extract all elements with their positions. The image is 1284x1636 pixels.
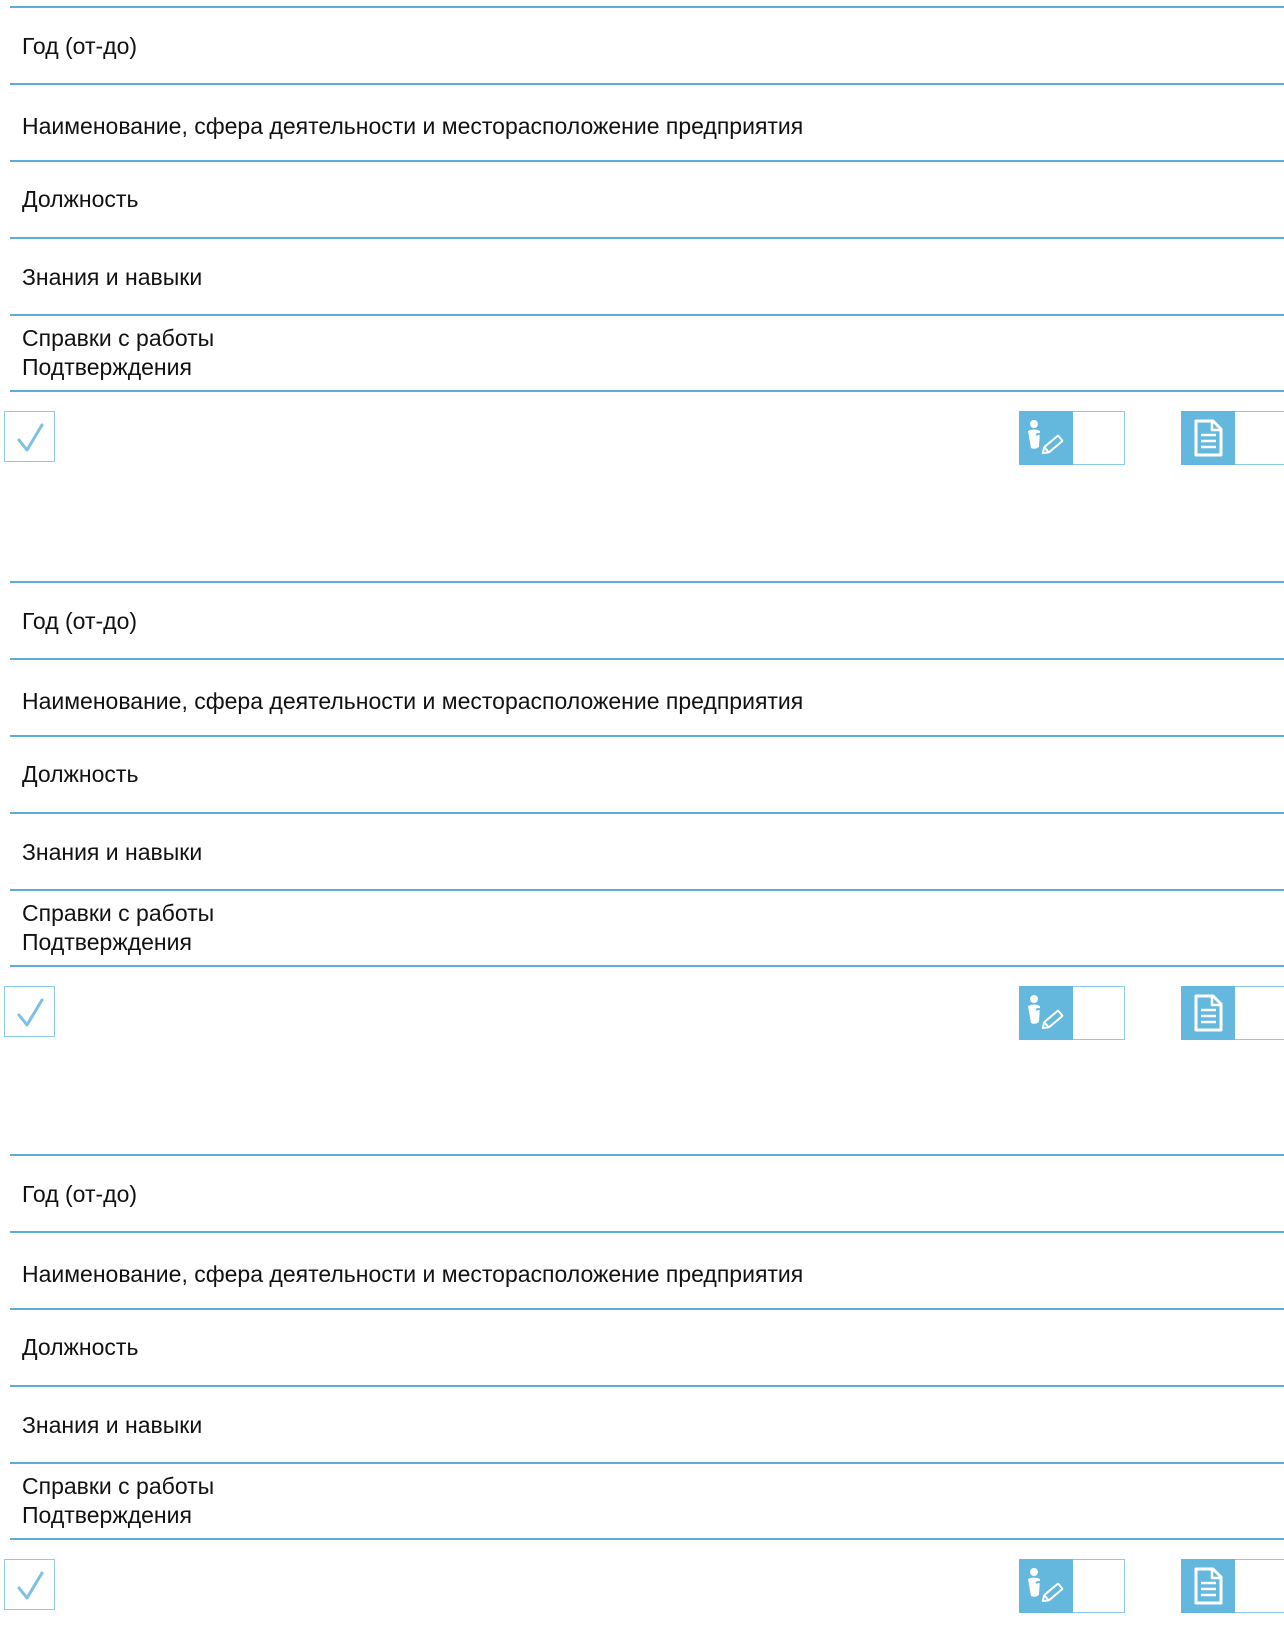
skills-label: Знания и навыки: [22, 839, 203, 865]
company-label: Наименование, сфера деятельности и место…: [22, 113, 804, 139]
skills-label: Знания и навыки: [22, 1412, 203, 1438]
references-label-line2: Подтверждения: [22, 929, 192, 955]
checkmark-icon: [17, 1571, 44, 1600]
references-label-line1: Справки с работы: [22, 900, 215, 926]
person-pencil-icon: [1028, 995, 1064, 1029]
references-label-line2: Подтверждения: [22, 1502, 192, 1528]
position-label: Должность: [22, 761, 139, 787]
company-label: Наименование, сфера деятельности и место…: [22, 1261, 804, 1287]
references-label-line2: Подтверждения: [22, 354, 192, 380]
year-label: Год (от-до): [22, 608, 138, 634]
year-label: Год (от-до): [22, 1181, 138, 1207]
edit-entry-button[interactable]: [1019, 986, 1125, 1040]
divider: [10, 889, 1284, 891]
divider: [10, 581, 1284, 583]
skills-label: Знания и навыки: [22, 264, 203, 290]
edit-entry-button[interactable]: [1019, 411, 1125, 465]
confirm-checkbox[interactable]: [4, 1559, 55, 1610]
work-entry: Год (от-до) Наименование, сфера деятельн…: [0, 581, 1284, 1063]
confirm-checkbox[interactable]: [4, 411, 55, 462]
divider: [10, 390, 1284, 392]
document-icon: [1194, 994, 1223, 1032]
divider: [10, 83, 1284, 85]
view-document-button[interactable]: [1181, 411, 1284, 465]
divider: [10, 314, 1284, 316]
divider: [10, 1231, 1284, 1233]
references-label-line1: Справки с работы: [22, 1473, 215, 1499]
divider: [10, 1538, 1284, 1540]
divider: [10, 1154, 1284, 1156]
confirm-checkbox[interactable]: [4, 986, 55, 1037]
divider: [10, 812, 1284, 814]
view-document-button[interactable]: [1181, 1559, 1284, 1613]
references-label-line1: Справки с работы: [22, 325, 215, 351]
divider: [10, 965, 1284, 967]
divider: [10, 658, 1284, 660]
person-pencil-icon: [1028, 420, 1064, 454]
divider: [10, 1462, 1284, 1464]
divider: [10, 6, 1284, 8]
position-label: Должность: [22, 1334, 139, 1360]
divider: [10, 160, 1284, 162]
checkmark-icon: [17, 998, 44, 1027]
position-label: Должность: [22, 186, 139, 212]
person-pencil-icon: [1028, 1568, 1064, 1602]
work-entry: Год (от-до) Наименование, сфера деятельн…: [0, 6, 1284, 488]
edit-entry-button[interactable]: [1019, 1559, 1125, 1613]
document-icon: [1194, 419, 1223, 457]
view-document-button[interactable]: [1181, 986, 1284, 1040]
divider: [10, 237, 1284, 239]
company-label: Наименование, сфера деятельности и место…: [22, 688, 804, 714]
work-entry: Год (от-до) Наименование, сфера деятельн…: [0, 1154, 1284, 1636]
year-label: Год (от-до): [22, 33, 138, 59]
checkmark-icon: [17, 423, 44, 452]
divider: [10, 1385, 1284, 1387]
document-icon: [1194, 1567, 1223, 1605]
divider: [10, 735, 1284, 737]
divider: [10, 1308, 1284, 1310]
